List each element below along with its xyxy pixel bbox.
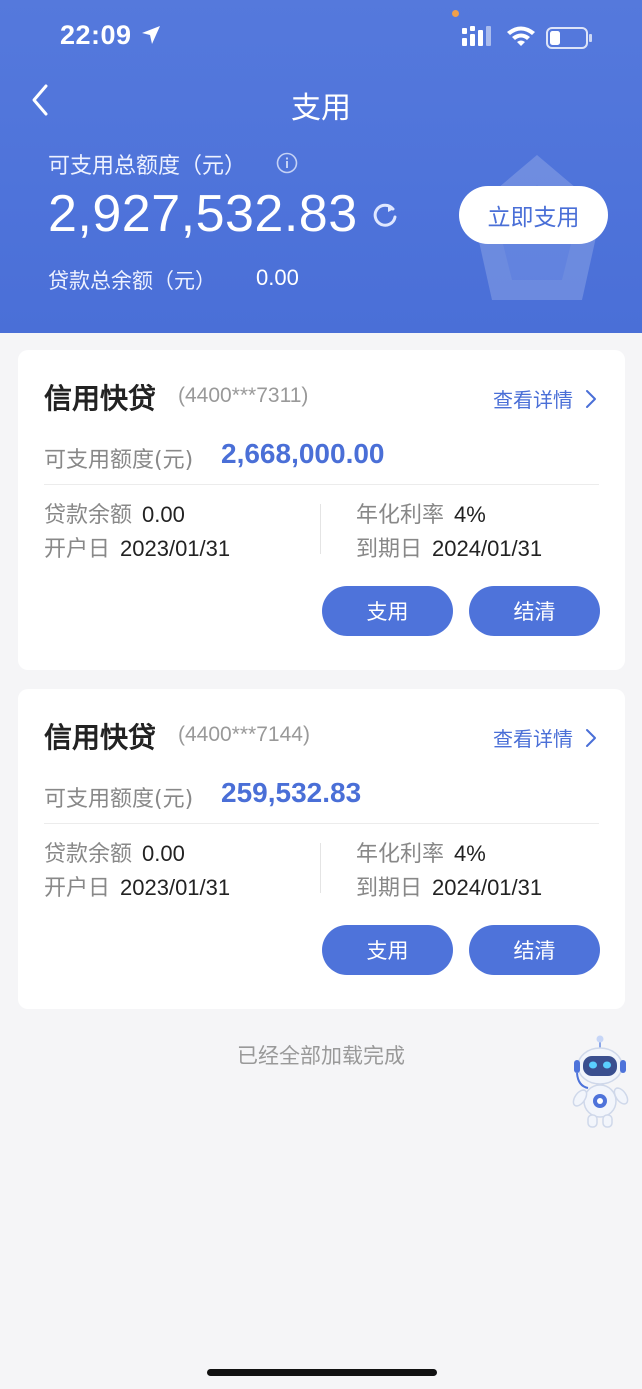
- available-value: 259,532.83: [221, 777, 362, 808]
- chevron-right-icon: [586, 389, 596, 408]
- settle-button[interactable]: 结清: [469, 586, 600, 636]
- view-details-link[interactable]: 查看详情: [493, 723, 597, 752]
- loan-total-label: 贷款总余额（元）: [48, 269, 216, 293]
- card-title: 信用快贷: [44, 382, 157, 415]
- divider: [44, 823, 599, 824]
- cellular-signal-icon: [462, 26, 491, 46]
- balance-value: 0.00: [142, 841, 185, 866]
- rate-label: 年化利率: [356, 503, 445, 528]
- total-available-amount: 2,927,532.83: [48, 185, 358, 243]
- card-account: (4400***7311): [178, 384, 309, 407]
- due-date-label: 到期日: [356, 876, 423, 901]
- robot-assistant-icon[interactable]: [566, 1034, 634, 1132]
- rate-label: 年化利率: [356, 842, 445, 867]
- loan-card: 信用快贷 (4400***7144) 查看详情 可支用额度(元) 259,532…: [18, 689, 625, 1009]
- balance-row: 贷款余额 0.00: [44, 497, 185, 529]
- chevron-right-icon: [586, 728, 596, 747]
- status-bar: 22:09: [0, 10, 642, 62]
- due-date-row: 到期日 2024/01/31: [356, 531, 542, 563]
- balance-label: 贷款余额: [44, 842, 133, 867]
- battery-icon: [546, 27, 592, 49]
- wifi-icon: [507, 26, 535, 46]
- view-details-label: 查看详情: [493, 727, 573, 751]
- info-icon[interactable]: [276, 152, 298, 174]
- available-label: 可支用额度(元): [44, 787, 194, 812]
- open-date-row: 开户日 2023/01/31: [44, 870, 230, 902]
- location-arrow-icon: [142, 26, 160, 44]
- rate-row: 年化利率 4%: [356, 497, 486, 529]
- card-title: 信用快贷: [44, 721, 157, 754]
- due-date-label: 到期日: [356, 537, 423, 562]
- rate-value: 4%: [454, 502, 486, 527]
- rate-row: 年化利率 4%: [356, 836, 486, 868]
- open-date-label: 开户日: [44, 876, 111, 901]
- card-account: (4400***7144): [178, 723, 310, 746]
- vertical-divider: [320, 504, 321, 554]
- refresh-icon[interactable]: [370, 200, 400, 230]
- available-label: 可支用额度(元): [44, 448, 194, 473]
- home-indicator: [207, 1369, 437, 1376]
- open-date-value: 2023/01/31: [120, 536, 231, 561]
- privacy-indicator-dot: [452, 10, 459, 17]
- vertical-divider: [320, 843, 321, 893]
- status-time: 22:09: [60, 20, 132, 50]
- divider: [44, 484, 599, 485]
- available-value: 2,668,000.00: [221, 438, 385, 469]
- load-complete-text: 已经全部加载完成: [237, 1044, 405, 1068]
- balance-value: 0.00: [142, 502, 185, 527]
- due-date-value: 2024/01/31: [432, 875, 543, 900]
- header-banner: 22:09 支用 可支用总额度（元） 2,927,532.83 立即支用 贷款总…: [0, 0, 642, 333]
- loan-total-value: 0.00: [256, 265, 299, 290]
- use-button[interactable]: 支用: [322, 586, 453, 636]
- rate-value: 4%: [454, 841, 486, 866]
- due-date-row: 到期日 2024/01/31: [356, 870, 542, 902]
- due-date-value: 2024/01/31: [432, 536, 543, 561]
- page-title: 支用: [291, 91, 351, 126]
- settle-button[interactable]: 结清: [469, 925, 600, 975]
- use-button[interactable]: 支用: [322, 925, 453, 975]
- balance-row: 贷款余额 0.00: [44, 836, 185, 868]
- view-details-label: 查看详情: [493, 388, 573, 412]
- loan-card: 信用快贷 (4400***7311) 查看详情 可支用额度(元) 2,668,0…: [18, 350, 625, 670]
- open-date-row: 开户日 2023/01/31: [44, 531, 230, 563]
- balance-label: 贷款余额: [44, 503, 133, 528]
- open-date-value: 2023/01/31: [120, 875, 231, 900]
- use-now-button[interactable]: 立即支用: [459, 186, 608, 244]
- open-date-label: 开户日: [44, 537, 111, 562]
- total-available-label: 可支用总额度（元）: [48, 154, 247, 179]
- view-details-link[interactable]: 查看详情: [493, 384, 597, 413]
